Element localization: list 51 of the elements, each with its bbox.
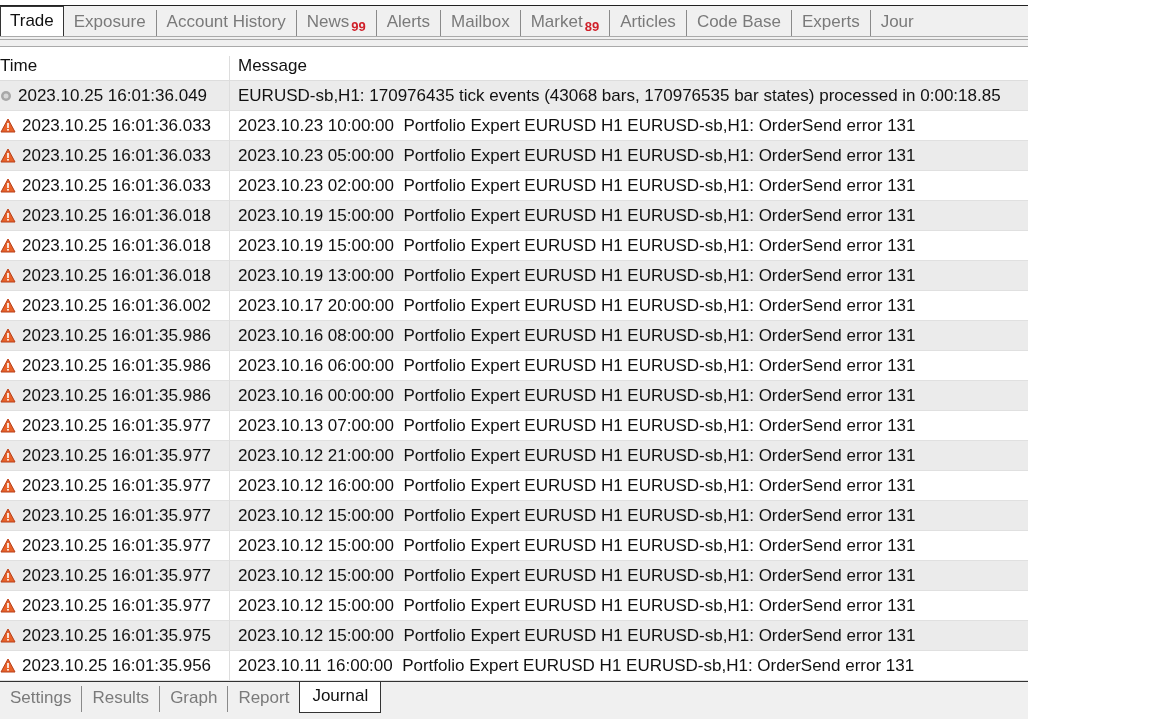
message-cell: 2023.10.19 15:00:00 Portfolio Expert EURUSD H1 EURUSD-sb,H1: OrderSend error 131 xyxy=(238,205,916,226)
count-label: 99 xyxy=(351,19,366,34)
time-cell: 2023.10.25 16:01:36.018 xyxy=(22,205,212,226)
message-cell: 2023.10.16 00:00:00 Portfolio Expert EURUSD H1 EURUSD-sb,H1: OrderSend error 131 xyxy=(238,385,916,406)
message-cell: EURUSD-sb,H1: 170976435 tick events (43068 bars, 170976535 bar states) processed in 0:00:18.85 xyxy=(238,85,1001,106)
column-header[interactable]: Time xyxy=(0,56,230,80)
time-cell: 2023.10.25 16:01:35.977 xyxy=(22,565,212,586)
message-cell: 2023.10.12 16:00:00 Portfolio Expert EURUSD H1 EURUSD-sb,H1: OrderSend error 131 xyxy=(238,475,916,496)
time-cell: 2023.10.25 16:01:36.018 xyxy=(22,265,212,286)
time-cell: 2023.10.25 16:01:36.033 xyxy=(22,145,212,166)
time-cell: 2023.10.25 16:01:35.975 xyxy=(22,625,212,646)
time-cell: 2023.10.25 16:01:35.977 xyxy=(22,475,212,496)
message-cell: 2023.10.23 02:00:00 Portfolio Expert EURUSD H1 EURUSD-sb,H1: OrderSend error 131 xyxy=(238,175,916,196)
time-cell: 2023.10.25 16:01:35.977 xyxy=(22,535,212,556)
message-cell: 2023.10.23 05:00:00 Portfolio Expert EURUSD H1 EURUSD-sb,H1: OrderSend error 131 xyxy=(238,145,916,166)
time-cell: 2023.10.25 16:01:36.002 xyxy=(22,295,212,316)
message-cell: 2023.10.13 07:00:00 Portfolio Expert EURUSD H1 EURUSD-sb,H1: OrderSend error 131 xyxy=(238,415,916,436)
message-cell: 2023.10.11 16:00:00 Portfolio Expert EURUSD H1 EURUSD-sb,H1: OrderSend error 131 xyxy=(238,655,915,676)
message-cell: 2023.10.12 21:00:00 Portfolio Expert EURUSD H1 EURUSD-sb,H1: OrderSend error 131 xyxy=(238,445,916,466)
time-cell: 2023.10.25 16:01:35.956 xyxy=(22,655,212,676)
column-header[interactable]: Message xyxy=(230,56,1028,80)
time-cell: 2023.10.25 16:01:36.018 xyxy=(22,235,212,256)
message-cell: 2023.10.12 15:00:00 Portfolio Expert EURUSD H1 EURUSD-sb,H1: OrderSend error 131 xyxy=(238,535,916,556)
tab[interactable]: Exposure xyxy=(63,10,156,36)
splitter-bar[interactable] xyxy=(0,36,1028,47)
tab[interactable]: Graph xyxy=(159,686,228,712)
tab[interactable]: Settings xyxy=(0,686,82,712)
time-cell: 2023.10.25 16:01:36.049 xyxy=(18,85,208,106)
count-label: 89 xyxy=(584,19,600,34)
message-cell: 2023.10.12 15:00:00 Portfolio Expert EURUSD H1 EURUSD-sb,H1: OrderSend error 131 xyxy=(238,505,916,526)
message-cell: 2023.10.16 06:00:00 Portfolio Expert EURUSD H1 EURUSD-sb,H1: OrderSend error 131 xyxy=(238,355,916,376)
time-cell: 2023.10.25 16:01:35.977 xyxy=(22,415,212,436)
message-cell: 2023.10.23 10:00:00 Portfolio Expert EURUSD H1 EURUSD-sb,H1: OrderSend error 131 xyxy=(238,115,916,136)
tab[interactable]: Journal xyxy=(299,682,382,713)
message-cell: 2023.10.12 15:00:00 Portfolio Expert EURUSD H1 EURUSD-sb,H1: OrderSend error 131 xyxy=(238,625,916,646)
time-cell: 2023.10.25 16:01:35.977 xyxy=(22,595,212,616)
tab[interactable]: Results xyxy=(81,686,160,712)
time-cell: 2023.10.25 16:01:35.986 xyxy=(22,385,212,406)
message-cell: 2023.10.16 08:00:00 Portfolio Expert EURUSD H1 EURUSD-sb,H1: OrderSend error 131 xyxy=(238,325,916,346)
message-cell: 2023.10.19 13:00:00 Portfolio Expert EURUSD H1 EURUSD-sb,H1: OrderSend error 131 xyxy=(238,265,916,286)
message-cell: 2023.10.17 20:00:00 Portfolio Expert EURUSD H1 EURUSD-sb,H1: OrderSend error 131 xyxy=(238,295,916,316)
message-cell: 2023.10.12 15:00:00 Portfolio Expert EURUSD H1 EURUSD-sb,H1: OrderSend error 131 xyxy=(238,595,916,616)
time-cell: 2023.10.25 16:01:35.977 xyxy=(22,505,212,526)
message-cell: 2023.10.12 15:00:00 Portfolio Expert EURUSD H1 EURUSD-sb,H1: OrderSend error 131 xyxy=(238,565,916,586)
time-cell: 2023.10.25 16:01:36.033 xyxy=(22,115,212,136)
message-cell: 2023.10.19 15:00:00 Portfolio Expert EURUSD H1 EURUSD-sb,H1: OrderSend error 131 xyxy=(238,235,916,256)
time-cell: 2023.10.25 16:01:35.986 xyxy=(22,325,212,346)
time-cell: 2023.10.25 16:01:35.986 xyxy=(22,355,212,376)
time-cell: 2023.10.25 16:01:35.977 xyxy=(22,445,212,466)
time-cell: 2023.10.25 16:01:36.033 xyxy=(22,175,212,196)
tab[interactable]: Trade xyxy=(0,6,64,36)
